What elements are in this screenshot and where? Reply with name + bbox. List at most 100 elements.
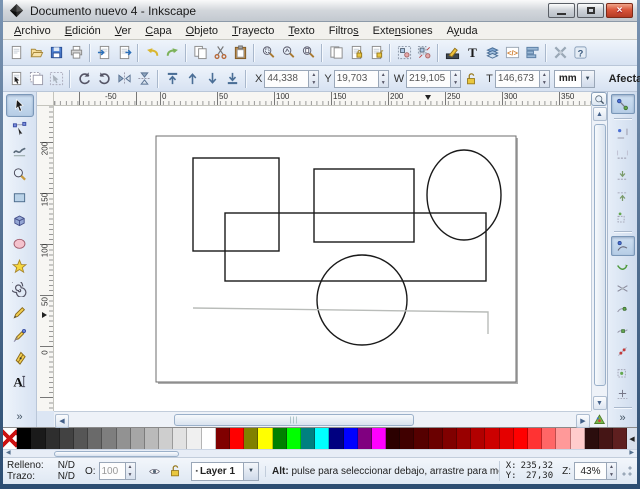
group-objects[interactable] — [394, 42, 414, 63]
lock-ratio-icon[interactable] — [464, 72, 478, 86]
export-document[interactable] — [114, 42, 134, 63]
swatch-f0f0f0[interactable] — [187, 428, 201, 449]
undo[interactable] — [142, 42, 162, 63]
swatch-ff00ff[interactable] — [372, 428, 386, 449]
menu-ayuda[interactable]: Ayuda — [440, 24, 485, 38]
snap-bbox-centers[interactable] — [611, 207, 635, 227]
tweak-tool[interactable] — [6, 140, 34, 163]
vertical-scrollbar[interactable]: ▲ ▼ — [591, 106, 607, 411]
lower-to-bottom[interactable] — [222, 68, 242, 89]
zoom-tool[interactable] — [6, 163, 34, 186]
align-dialog[interactable] — [522, 42, 542, 63]
create-clone[interactable] — [346, 42, 366, 63]
swatch-ff6666[interactable] — [542, 428, 556, 449]
toolbox-overflow-chevron[interactable]: » — [16, 411, 22, 423]
swatch-808000[interactable] — [244, 428, 258, 449]
select-all[interactable] — [6, 68, 26, 89]
snap-enable[interactable] — [611, 94, 635, 114]
scroll-left-arrow[interactable]: ◀ — [55, 414, 69, 428]
close-button[interactable]: × — [606, 3, 633, 18]
deselect[interactable] — [46, 68, 66, 89]
zoom-selection[interactable] — [258, 42, 278, 63]
swatch-800000[interactable] — [216, 428, 230, 449]
menu-trayecto[interactable]: Trayecto — [225, 24, 281, 38]
text-dialog[interactable]: T — [462, 42, 482, 63]
raise-to-top[interactable] — [162, 68, 182, 89]
vertical-ruler[interactable]: 200150100500 — [37, 106, 54, 411]
palette-scroll-right-arrow[interactable]: ▶ — [626, 450, 637, 457]
swatch-ff3333[interactable] — [528, 428, 542, 449]
swatch-000080[interactable] — [329, 428, 343, 449]
menu-texto[interactable]: Texto — [281, 24, 321, 38]
save-document[interactable] — [46, 42, 66, 63]
maximize-button[interactable] — [577, 3, 604, 18]
open-document[interactable] — [26, 42, 46, 63]
selector-tool[interactable] — [6, 94, 34, 117]
pen-tool[interactable] — [6, 324, 34, 347]
swatch-e50000[interactable] — [500, 428, 514, 449]
vertical-scrollbar-thumb[interactable] — [594, 124, 606, 386]
pencil-tool[interactable] — [6, 301, 34, 324]
swatch-b20000[interactable] — [471, 428, 485, 449]
box3d-tool[interactable] — [6, 209, 34, 232]
field-input-t[interactable] — [495, 70, 539, 88]
snap-path-intersections[interactable] — [611, 278, 635, 298]
swatch-cc0000[interactable] — [485, 428, 499, 449]
swatch-2b0d0d[interactable] — [585, 428, 599, 449]
select-all-layers[interactable] — [26, 68, 46, 89]
snap-bbox-corners[interactable] — [611, 165, 635, 185]
swatch-bababa[interactable] — [145, 428, 159, 449]
menu-capa[interactable]: Capa — [138, 24, 178, 38]
field-spinner[interactable]: ▲▼ — [450, 70, 461, 88]
snap-smooth-nodes[interactable] — [611, 320, 635, 340]
redo[interactable] — [162, 42, 182, 63]
palette-scroll-left-arrow[interactable]: ◀ — [3, 450, 14, 457]
lower[interactable] — [202, 68, 222, 89]
swatch-cecece[interactable] — [159, 428, 173, 449]
field-spinner[interactable]: ▲▼ — [539, 70, 550, 88]
swatch-6a0000[interactable] — [429, 428, 443, 449]
swatch-400000[interactable] — [400, 428, 414, 449]
fill-stroke-dialog[interactable] — [442, 42, 462, 63]
fill-stroke-indicator[interactable]: Relleno: N/D Trazo: N/D — [7, 460, 75, 482]
swatch-990000[interactable] — [457, 428, 471, 449]
zoom-input[interactable] — [574, 462, 606, 480]
units-dropdown[interactable]: mm ▼ — [554, 70, 595, 88]
ellipse-tool[interactable] — [6, 232, 34, 255]
swatch-00ffff[interactable] — [315, 428, 329, 449]
swatch-5e1f1f[interactable] — [613, 428, 627, 449]
swatch-ffff00[interactable] — [258, 428, 272, 449]
paste[interactable] — [230, 42, 250, 63]
swatch-565656[interactable] — [74, 428, 88, 449]
flip-vertical[interactable] — [134, 68, 154, 89]
copy[interactable] — [190, 42, 210, 63]
help[interactable]: ? — [570, 42, 590, 63]
field-input-y[interactable] — [334, 70, 378, 88]
swatch-000000[interactable] — [17, 428, 31, 449]
menu-archivo[interactable]: Archivo — [7, 24, 58, 38]
field-spinner[interactable]: ▲▼ — [308, 70, 319, 88]
snap-nodes[interactable] — [611, 236, 635, 256]
swatch-ffcccc[interactable] — [571, 428, 585, 449]
zoom-spinner[interactable]: ▲▼ — [606, 462, 617, 480]
menu-extensiones[interactable]: Extensiones — [366, 24, 440, 38]
swatch-2b0000[interactable] — [386, 428, 400, 449]
rotate-ccw[interactable] — [74, 68, 94, 89]
swatch-ffffff[interactable] — [202, 428, 216, 449]
snap-bbox-edges[interactable] — [611, 144, 635, 164]
scroll-down-arrow[interactable]: ▼ — [593, 396, 607, 410]
swatch-800000[interactable] — [443, 428, 457, 449]
scroll-right-arrow[interactable]: ▶ — [576, 414, 590, 428]
snap-bbox-edge-midpoints[interactable] — [611, 186, 635, 206]
snap-cusp-nodes[interactable] — [611, 299, 635, 319]
layer-visibility-eye-icon[interactable] — [147, 465, 162, 478]
swatch-424242[interactable] — [60, 428, 74, 449]
rotate-cw[interactable] — [94, 68, 114, 89]
swatch-451515[interactable] — [599, 428, 613, 449]
swatch-7e7e7e[interactable] — [102, 428, 116, 449]
snap-rotation-centers[interactable] — [611, 383, 635, 403]
swatch-2e2e2e[interactable] — [46, 428, 60, 449]
snap-object-centers[interactable] — [611, 362, 635, 382]
unlink-clone[interactable] — [366, 42, 386, 63]
field-input-x[interactable] — [264, 70, 308, 88]
